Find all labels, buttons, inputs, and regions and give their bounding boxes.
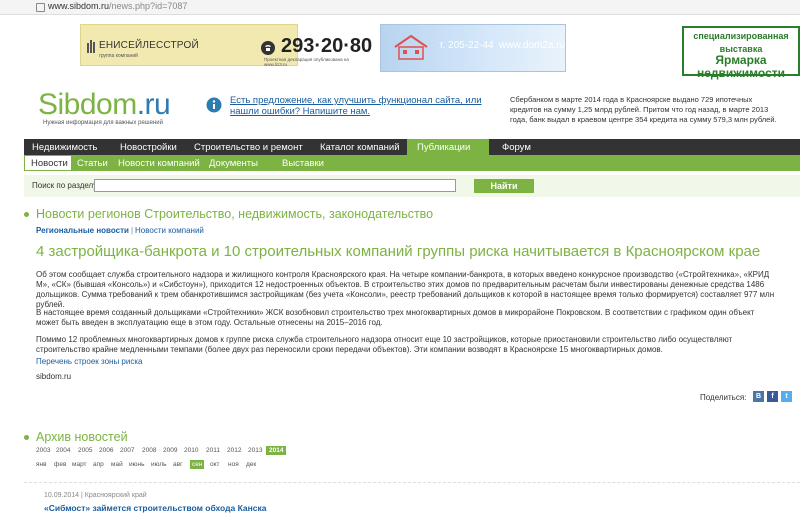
banner-company-name: ЕНИСЕЙЛЕССТРОЙ bbox=[99, 40, 199, 51]
banner-site: www.dom2a.ru bbox=[499, 40, 566, 51]
archive-title: Архив новостей bbox=[24, 430, 128, 444]
vk-share-icon[interactable]: В bbox=[753, 391, 764, 402]
subnav-item-documents[interactable]: Документы bbox=[209, 158, 258, 169]
archive-month[interactable]: июнь bbox=[129, 461, 144, 468]
archive-month[interactable]: апр bbox=[93, 461, 104, 468]
nav-item-newbuilds[interactable]: Новостройки bbox=[120, 142, 177, 153]
article-paragraph-3: Помимо 12 проблемных многоквартирных дом… bbox=[36, 335, 733, 354]
banner-dom2a[interactable]: т. 205-22-44 www.dom2a.ru bbox=[380, 24, 566, 72]
breadcrumb-separator: | bbox=[130, 226, 134, 235]
subnav-item-exhibitions[interactable]: Выставки bbox=[282, 158, 324, 169]
site-tagline: Нужная информация для важных решений bbox=[43, 120, 163, 126]
archive-year[interactable]: 2012 bbox=[227, 447, 241, 454]
banner-note: Проектная декларация опубликована на www… bbox=[264, 57, 349, 67]
nav-item-realty[interactable]: Недвижимость bbox=[32, 142, 97, 153]
archive-year[interactable]: 2011 bbox=[206, 447, 220, 454]
nav-item-forum[interactable]: Форум bbox=[502, 142, 531, 153]
archive-year[interactable]: 2010 bbox=[184, 447, 198, 454]
bullet-icon bbox=[24, 435, 29, 441]
building-logo-icon bbox=[87, 40, 95, 53]
banner-yarmarka[interactable]: специализированная выставка Ярмарка недв… bbox=[682, 26, 800, 80]
bullet-icon bbox=[24, 212, 29, 218]
section-title: Новости регионов Строительство, недвижим… bbox=[24, 207, 433, 221]
archive-year[interactable]: 2008 bbox=[142, 447, 156, 454]
banner-yarmarka-line4: недвижимости bbox=[697, 66, 785, 80]
archive-month[interactable]: март bbox=[72, 461, 87, 468]
article-paragraph-2: В настоящее время созданный дольщиками «… bbox=[36, 308, 755, 327]
archive-month[interactable]: фев bbox=[54, 461, 66, 468]
subnav-item-news[interactable]: Новости bbox=[24, 155, 72, 171]
banner-eniseylesstroy[interactable]: ЕНИСЕЙЛЕССТРОЙ группа компаний 293·20·80… bbox=[80, 24, 372, 67]
subnav-item-company-news[interactable]: Новости компаний bbox=[118, 158, 200, 169]
risk-list-link[interactable]: Перечень строек зоны риска bbox=[36, 357, 142, 366]
archive-month[interactable]: авг bbox=[173, 461, 182, 468]
share-label: Поделиться: bbox=[700, 393, 747, 402]
archive-year-current[interactable]: 2014 bbox=[266, 446, 287, 455]
main-nav: Недвижимость Новостройки Строительство и… bbox=[24, 139, 800, 155]
archive-year[interactable]: 2005 bbox=[78, 447, 92, 454]
banner-company-sub: группа компаний bbox=[99, 53, 138, 59]
archive-month[interactable]: дек bbox=[246, 461, 256, 468]
feedback-link[interactable]: Есть предложение, как улучшить функциона… bbox=[230, 95, 495, 117]
archive-year[interactable]: 2006 bbox=[99, 447, 113, 454]
archive-year[interactable]: 2003 bbox=[36, 447, 50, 454]
site-logo[interactable]: Sibdom.ru bbox=[38, 88, 171, 122]
banner-phone: 293·20·80 bbox=[281, 35, 373, 57]
search-button[interactable]: Найти bbox=[474, 179, 534, 193]
twitter-share-icon[interactable]: t bbox=[781, 391, 792, 402]
search-label: Поиск по разделу: bbox=[32, 181, 100, 190]
nav-item-catalog[interactable]: Каталог компаний bbox=[320, 142, 400, 153]
archive-month[interactable]: май bbox=[111, 461, 123, 468]
article-source: sibdom.ru bbox=[36, 372, 72, 381]
subnav-item-articles[interactable]: Статьи bbox=[77, 158, 108, 169]
latest-news-meta: 10.09.2014 | Красноярский край bbox=[44, 492, 147, 499]
archive-month[interactable]: ноя bbox=[228, 461, 239, 468]
divider bbox=[24, 482, 800, 483]
sub-nav: Новости Статьи Новости компаний Документ… bbox=[24, 155, 800, 171]
nav-item-publications[interactable]: Публикации bbox=[417, 142, 470, 153]
url-text[interactable]: www.sibdom.ru/news.php?id=7087 bbox=[48, 1, 187, 11]
page-icon bbox=[36, 3, 45, 12]
banner-phone-2: т. 205-22-44 bbox=[439, 40, 494, 51]
breadcrumb: Региональные новости | Новости компаний bbox=[36, 226, 204, 235]
banner-yarmarka-line1: специализированная bbox=[693, 31, 789, 41]
facebook-share-icon[interactable]: f bbox=[767, 391, 778, 402]
search-input[interactable] bbox=[94, 179, 456, 192]
archive-year[interactable]: 2004 bbox=[56, 447, 70, 454]
info-icon bbox=[206, 97, 222, 113]
house-logo-icon bbox=[394, 34, 428, 60]
article-paragraph-1: Об этом сообщает служба строительного на… bbox=[36, 270, 775, 309]
archive-month-current[interactable]: сен bbox=[190, 460, 205, 469]
archive-month[interactable]: окт bbox=[210, 461, 220, 468]
breadcrumb-link[interactable]: Новости компаний bbox=[135, 226, 204, 235]
article-title: 4 застройщика-банкрота и 10 строительных… bbox=[36, 243, 761, 260]
archive-month[interactable]: янв bbox=[36, 461, 47, 468]
breadcrumb-current[interactable]: Региональные новости bbox=[36, 226, 129, 235]
archive-year[interactable]: 2007 bbox=[120, 447, 134, 454]
phone-icon bbox=[261, 41, 275, 55]
archive-year[interactable]: 2013 bbox=[248, 447, 262, 454]
nav-item-construction[interactable]: Строительство и ремонт bbox=[194, 142, 303, 153]
archive-year[interactable]: 2009 bbox=[163, 447, 177, 454]
header-news-snippet[interactable]: Сбербанком в марте 2014 года в Красноярс… bbox=[510, 95, 780, 125]
section-search: Поиск по разделу: Найти bbox=[24, 175, 800, 197]
address-bar[interactable]: www.sibdom.ru/news.php?id=7087 bbox=[0, 0, 800, 15]
archive-month[interactable]: июль bbox=[151, 461, 167, 468]
